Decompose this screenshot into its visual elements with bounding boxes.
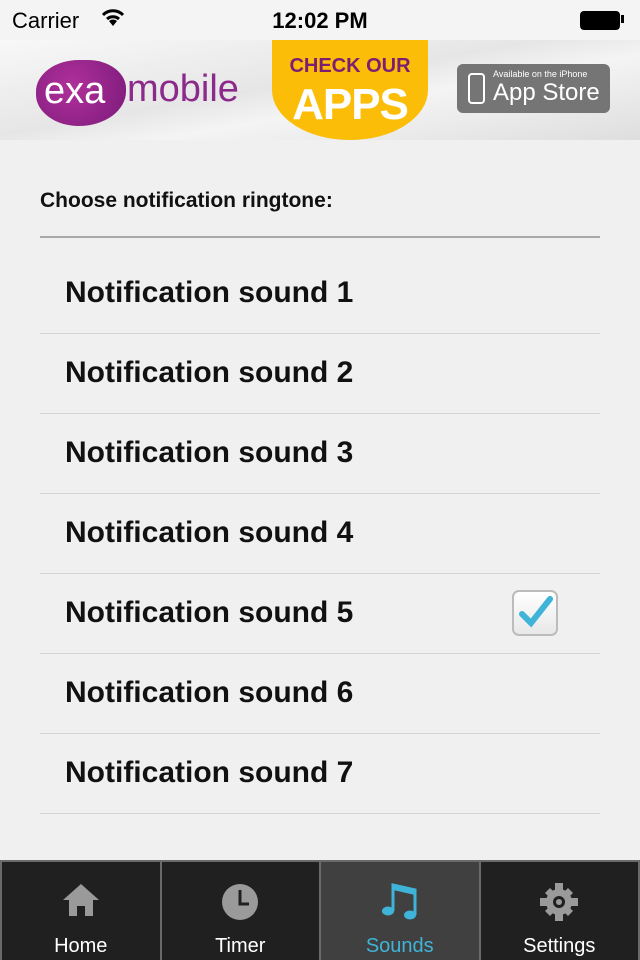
sound-label: Notification sound 2 [65,356,354,389]
apps-text: APPS [292,80,409,129]
list-item[interactable]: Notification sound 7 [40,734,600,814]
home-icon [62,884,99,916]
logo-exa: exa [44,70,106,112]
tab-home[interactable]: Home [2,862,160,960]
tab-timer[interactable]: Timer [161,862,319,960]
tab-bar: Home Timer Sounds Settings [0,860,640,960]
sound-label: Notification sound 6 [65,676,354,709]
checkmark-icon [519,596,553,628]
battery-tip [621,15,624,23]
list-item[interactable]: Notification sound 4 [40,494,600,574]
clock-icon [222,884,259,920]
sound-label: Notification sound 5 [65,596,354,629]
ringtone-list: Notification sound 1 Notification sound … [40,254,600,814]
status-bar: Carrier 12:02 PM [0,0,640,40]
wifi-icon [101,9,125,26]
store-name: App Store [493,79,600,106]
sound-label: Notification sound 7 [65,756,354,789]
selected-checkbox[interactable] [512,590,558,636]
sound-label: Notification sound 3 [65,436,354,469]
tab-sounds[interactable]: Sounds [321,862,479,960]
check-our-text: CHECK OUR [289,55,411,77]
divider [40,236,600,238]
list-item[interactable]: Notification sound 6 [40,654,600,734]
list-item[interactable]: Notification sound 1 [40,254,600,334]
tab-label: Sounds [365,935,434,957]
list-item[interactable]: Notification sound 3 [40,414,600,494]
tab-label: Settings [523,935,596,957]
battery-icon [580,11,620,30]
music-note-icon [381,883,417,920]
sound-label: Notification sound 1 [65,276,354,309]
ad-banner[interactable]: exa mobile CHECK OUR APPS Available on t… [0,40,640,140]
clock: 12:02 PM [272,8,368,33]
gear-icon [540,883,579,921]
logo-mobile: mobile [127,68,239,110]
store-available-text: Available on the iPhone [493,69,588,79]
tab-label: Timer [215,935,266,957]
section-title: Choose notification ringtone: [40,189,333,212]
list-item[interactable]: Notification sound 2 [40,334,600,414]
iphone-icon [468,73,485,104]
tab-settings[interactable]: Settings [480,862,638,960]
sound-label: Notification sound 4 [65,516,354,549]
tab-label: Home [54,935,108,957]
app-store-badge[interactable]: Available on the iPhone App Store [457,64,610,113]
list-item[interactable]: Notification sound 5 [40,574,600,654]
carrier-label: Carrier [12,8,80,33]
